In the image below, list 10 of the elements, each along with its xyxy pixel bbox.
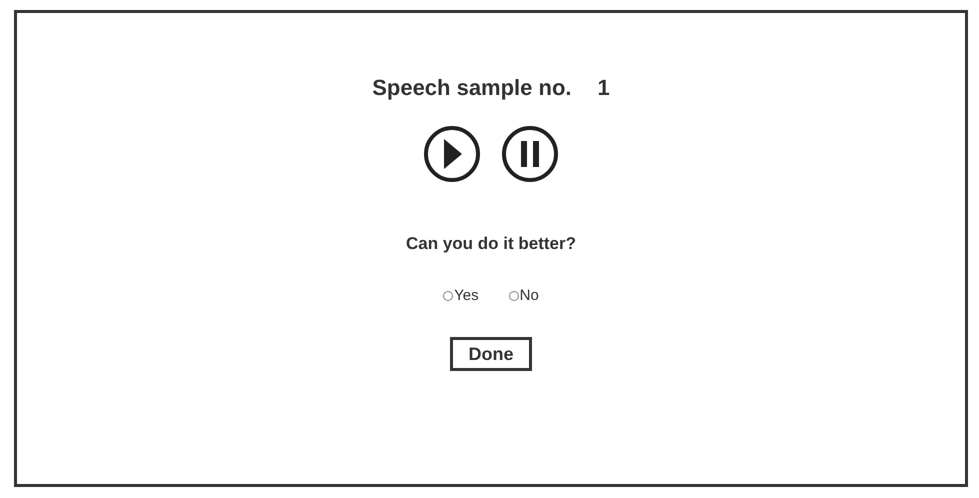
sample-number: 1 xyxy=(598,75,610,101)
done-button[interactable]: Done xyxy=(450,337,532,371)
radio-button[interactable] xyxy=(508,290,519,300)
sample-title: Speech sample no. xyxy=(372,75,572,101)
option-label: Yes xyxy=(454,287,479,304)
pause-icon[interactable] xyxy=(501,125,559,183)
question-text: Can you do it better? xyxy=(406,234,576,254)
radio-button[interactable] xyxy=(443,290,454,300)
play-icon[interactable] xyxy=(423,125,481,183)
option-label: No xyxy=(520,287,539,304)
